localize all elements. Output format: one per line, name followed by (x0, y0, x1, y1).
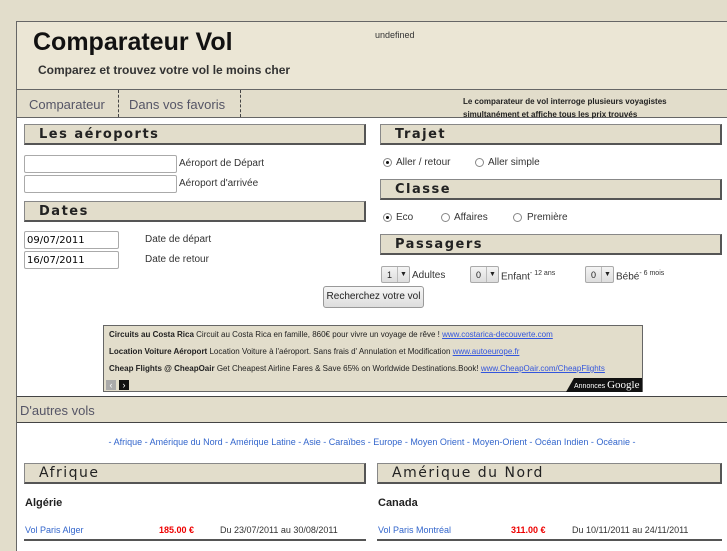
affaires-label: Affaires (454, 212, 488, 223)
flight-link[interactable]: Vol Paris Alger (25, 525, 84, 535)
children-select[interactable]: 0 ▼ (470, 266, 499, 283)
site-subtitle: Comparez et trouvez votre vol le moins c… (38, 63, 291, 77)
ad-title[interactable]: Location Voiture Aéroport (109, 347, 207, 356)
flight-price: 311.00 € (511, 525, 546, 535)
undefined-text: undefined (375, 30, 415, 40)
search-button[interactable]: Recherchez votre vol (323, 286, 424, 308)
babies-select[interactable]: 0 ▼ (585, 266, 614, 283)
region-links: - Afrique - Amérique du Nord - Amérique … (17, 437, 727, 447)
radio-affaires[interactable] (441, 213, 450, 222)
adults-select[interactable]: 1 ▼ (381, 266, 410, 283)
return-date-label: Date de retour (145, 254, 209, 265)
airports-heading: Les aéroports (24, 124, 366, 145)
afrique-heading: Afrique (24, 463, 366, 484)
departure-airport-label: Aéroport de Départ (179, 158, 265, 169)
flight-dates: Du 23/07/2011 au 30/08/2011 (220, 525, 338, 535)
separator: - (320, 437, 329, 447)
ad-link[interactable]: www.autoeurope.fr (453, 347, 520, 356)
others-heading: D'autres vols (17, 396, 727, 423)
babies-label-text: Bébé (616, 271, 640, 283)
babies-note: - 6 mois (639, 270, 665, 277)
flight-row: Vol Paris Alger 185.00 € Du 23/07/2011 a… (24, 517, 366, 541)
arrival-airport-input[interactable] (24, 175, 177, 193)
amerique-nord-heading: Amérique du Nord (377, 463, 722, 484)
chevron-down-icon: ▼ (397, 267, 409, 282)
dates-heading: Dates (24, 201, 366, 222)
return-date-input[interactable] (24, 251, 119, 269)
departure-airport-input[interactable] (24, 155, 177, 173)
region-link[interactable]: Océan Indien (535, 437, 589, 447)
adults-label: Adultes (412, 270, 446, 281)
children-label-text: Enfant (501, 271, 530, 283)
nav-bar: Comparateur Dans vos favoris Le comparat… (17, 90, 727, 121)
region-link[interactable]: Océanie (596, 437, 630, 447)
flight-price: 185.00 € (159, 525, 195, 535)
separator: - (142, 437, 150, 447)
nav-info: Le comparateur de vol interroge plusieur… (463, 95, 667, 121)
aller-retour-label: Aller / retour (396, 157, 451, 168)
region-link[interactable]: Moyen-Orient (472, 437, 527, 447)
ad-link[interactable]: www.costarica-decouverte.com (442, 330, 553, 339)
chevron-down-icon: ▼ (486, 267, 498, 282)
radio-aller-simple[interactable] (475, 158, 484, 167)
region-link[interactable]: Europe (373, 437, 402, 447)
flight-row: Vol Paris Montréal 311.00 € Du 10/11/201… (377, 517, 722, 541)
ad-item: Location Voiture Aéroport Location Voitu… (109, 347, 519, 356)
ad-text: Circuit au Costa Rica en famille, 860€ p… (196, 330, 440, 339)
header: Comparateur Vol Comparez et trouvez votr… (17, 22, 727, 90)
classe-heading: Classe (380, 179, 722, 200)
children-value: 0 (476, 270, 482, 280)
region-link[interactable]: Caraïbes (329, 437, 366, 447)
ad-item: Circuits au Costa Rica Circuit au Costa … (109, 330, 553, 339)
radio-premiere[interactable] (513, 213, 522, 222)
separator: - (629, 437, 636, 447)
children-label: Enfant- 12 ans (501, 270, 555, 282)
radio-eco[interactable] (383, 213, 392, 222)
aller-simple-label: Aller simple (488, 157, 540, 168)
premiere-label: Première (527, 212, 568, 223)
ad-title[interactable]: Circuits au Costa Rica (109, 330, 194, 339)
flight-dates: Du 10/11/2011 au 24/11/2011 (572, 525, 689, 535)
departure-date-label: Date de départ (145, 234, 212, 245)
country-canada: Canada (378, 497, 418, 509)
region-link[interactable]: Amérique du Nord (150, 437, 223, 447)
flight-link[interactable]: Vol Paris Montréal (378, 525, 451, 535)
country-algerie: Algérie (25, 497, 63, 509)
site-title: Comparateur Vol (33, 28, 233, 56)
region-link[interactable]: Afrique (114, 437, 143, 447)
ads-by-google-badge[interactable]: Annonces Google (566, 378, 642, 392)
radio-aller-retour[interactable] (383, 158, 392, 167)
nav-info-line: Le comparateur de vol interroge plusieur… (463, 97, 667, 106)
chevron-down-icon: ▼ (601, 267, 613, 282)
ad-item: Cheap Flights @ CheapOair Get Cheapest A… (109, 364, 605, 373)
region-link[interactable]: Asie (303, 437, 321, 447)
ad-text: Get Cheapest Airline Fares & Save 65% on… (216, 364, 479, 373)
babies-label: Bébé- 6 mois (616, 270, 664, 282)
google-logo: Google (607, 379, 640, 391)
separator: - (526, 437, 535, 447)
badge-prefix: Annonces (574, 383, 606, 390)
passagers-heading: Passagers (380, 234, 722, 255)
adults-value: 1 (387, 270, 393, 280)
ad-link[interactable]: www.CheapOair.com/CheapFlights (481, 364, 605, 373)
nav-favoris[interactable]: Dans vos favoris (119, 90, 241, 117)
nav-comparateur[interactable]: Comparateur (17, 90, 119, 117)
trajet-heading: Trajet (380, 124, 722, 145)
ad-block: Circuits au Costa Rica Circuit au Costa … (103, 325, 643, 392)
ad-text: Location Voiture à l'aéroport. Sans frai… (209, 347, 451, 356)
region-link[interactable]: Moyen Orient (410, 437, 464, 447)
children-note: - 12 ans (529, 270, 556, 277)
ad-prev-icon[interactable]: ‹ (106, 380, 116, 390)
region-link[interactable]: Amérique Latine (230, 437, 296, 447)
ad-title[interactable]: Cheap Flights @ CheapOair (109, 364, 215, 373)
eco-label: Eco (396, 212, 414, 223)
ad-next-icon[interactable]: › (119, 380, 129, 390)
departure-date-input[interactable] (24, 231, 119, 249)
nav-info-line: simultanément et affiche tous les prix t… (463, 110, 638, 119)
arrival-airport-label: Aéroport d'arrivée (179, 178, 259, 189)
babies-value: 0 (591, 270, 597, 280)
